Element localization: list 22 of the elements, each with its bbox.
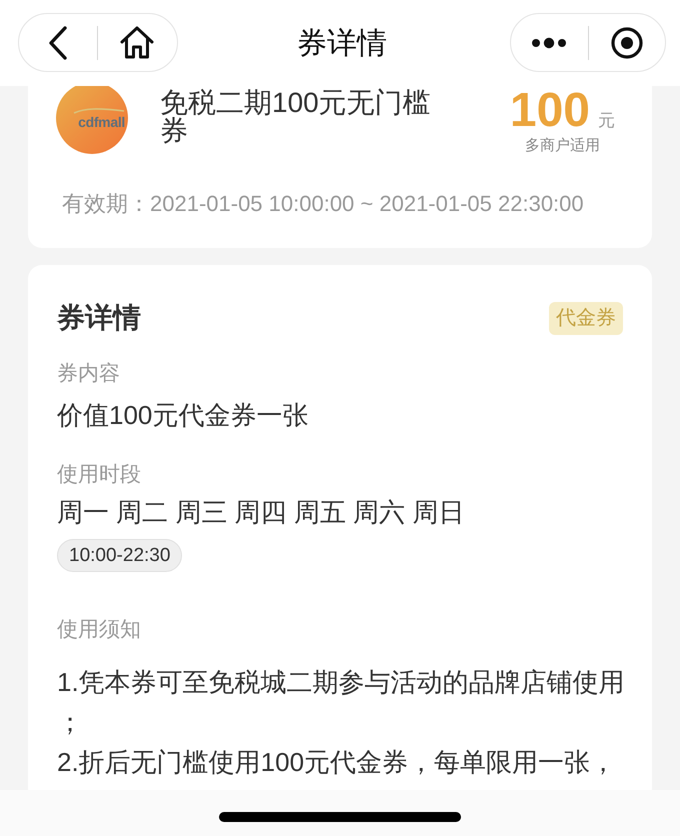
scope-text: 多商户适用 — [524, 137, 600, 155]
time-range-chip: 10:00-22:30 — [57, 539, 182, 572]
currency-unit: 元 — [598, 110, 615, 132]
page-title: 券详情 — [297, 26, 387, 62]
field-value: 价值100元代金券一张 — [57, 400, 310, 430]
home-icon — [120, 26, 154, 59]
field-label: 使用时段 — [57, 463, 142, 487]
back-icon — [48, 26, 68, 60]
more-icon — [531, 36, 568, 48]
coupon-name: 免税二期100元无门槛券 — [160, 89, 432, 145]
section-title: 券详情 — [57, 302, 141, 334]
field-label: 券内容 — [57, 362, 121, 386]
logo-wordmark: cdfmall — [78, 114, 125, 130]
usage-note: 2.折后无门槛使用100元代金券，每单限用一张， — [57, 746, 618, 779]
field-label: 使用须知 — [57, 618, 142, 642]
weekdays-text: 周一 周二 周三 周四 周五 周六 周日 — [57, 497, 466, 527]
circle-dot-icon — [610, 26, 643, 58]
usage-note: 1.凭本券可至免税城二期参与活动的品牌店铺使用； — [57, 666, 626, 739]
validity-text: 有效期：2021-01-05 10:00:00 ~ 2021-01-05 22:30:00 — [61, 190, 585, 218]
coupon-amount: 100 — [510, 86, 590, 136]
coupon-type-tag: 代金券 — [549, 302, 623, 334]
ribbon-icon — [73, 106, 125, 114]
